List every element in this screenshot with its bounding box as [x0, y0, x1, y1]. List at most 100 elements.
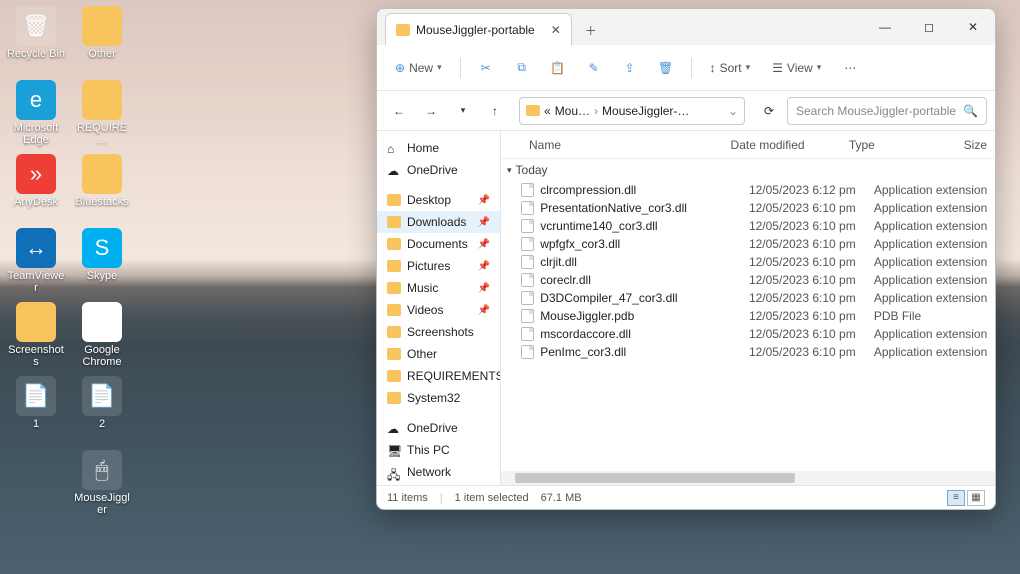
nav-row: ← → ▾ ↑ « Mou… › MouseJiggler-… ⌄ ⟳ Sear… — [377, 91, 995, 131]
file-row[interactable]: PenImc_cor3.dll12/05/2023 6:10 pmApplica… — [501, 343, 995, 361]
horizontal-scrollbar[interactable] — [501, 471, 995, 485]
share-button[interactable]: ⇪ — [615, 57, 645, 79]
sidebar-item[interactable]: ☁OneDrive — [377, 159, 500, 181]
tab-title: MouseJiggler-portable — [416, 23, 535, 37]
breadcrumb-segment[interactable]: Mou… — [555, 104, 590, 118]
desktop-icon[interactable]: 🖱MouseJiggler — [72, 450, 132, 516]
file-row[interactable]: mscordaccore.dll12/05/2023 6:10 pmApplic… — [501, 325, 995, 343]
scrollbar-thumb[interactable] — [515, 473, 795, 483]
nav-icon: 🖥 — [387, 444, 401, 456]
file-name: clrcompression.dll — [540, 183, 749, 197]
col-size[interactable]: Size — [956, 138, 995, 152]
paste-button[interactable]: 📋 — [543, 57, 573, 79]
sidebar-item[interactable]: ☁OneDrive — [377, 417, 500, 439]
chevron-down-icon: ▾ — [746, 62, 751, 73]
icons-view-button[interactable]: ▦ — [967, 490, 985, 506]
search-input[interactable]: Search MouseJiggler-portable 🔍 — [787, 97, 987, 125]
new-tab-button[interactable]: ＋ — [576, 15, 606, 45]
folder-icon — [387, 194, 401, 206]
sort-button[interactable]: ↕ Sort ▾ — [702, 57, 759, 79]
new-button[interactable]: ⊕ New ▾ — [387, 57, 450, 79]
desktop-icon[interactable]: eMicrosoft Edge — [6, 80, 66, 146]
file-date: 12/05/2023 6:10 pm — [749, 327, 874, 341]
search-icon: 🔍 — [963, 104, 978, 118]
address-bar[interactable]: « Mou… › MouseJiggler-… ⌄ — [519, 97, 745, 125]
sidebar-item[interactable]: Pictures📌 — [377, 255, 500, 277]
delete-button[interactable]: 🗑 — [651, 57, 681, 79]
sidebar-item[interactable]: 🖥This PC — [377, 439, 500, 461]
forward-button[interactable]: → — [417, 97, 445, 125]
desktop-icon[interactable]: 📄1 — [6, 376, 66, 430]
tab-active[interactable]: MouseJiggler-portable ✕ — [385, 13, 572, 45]
view-button[interactable]: ☰ View ▾ — [764, 57, 829, 79]
chevron-down-icon[interactable]: ⌄ — [728, 104, 738, 118]
more-button[interactable]: ⋯ — [835, 57, 865, 79]
icon-label: 2 — [72, 418, 132, 430]
sidebar-item[interactable]: 🖧Network — [377, 461, 500, 483]
sidebar-item[interactable]: Music📌 — [377, 277, 500, 299]
sort-icon: ↕ — [710, 61, 716, 75]
col-date[interactable]: Date modified — [723, 138, 841, 152]
up-button[interactable]: ↑ — [481, 97, 509, 125]
desktop-icon[interactable]: REQUIRE… — [72, 80, 132, 146]
desktop-icon[interactable]: »AnyDesk — [6, 154, 66, 208]
desktop-icon[interactable]: Screenshots — [6, 302, 66, 368]
file-row[interactable]: D3DCompiler_47_cor3.dll12/05/2023 6:10 p… — [501, 289, 995, 307]
copy-button[interactable]: ⧉ — [507, 56, 537, 79]
sidebar-item-label: Documents — [407, 237, 468, 251]
sidebar-item[interactable]: Screenshots — [377, 321, 500, 343]
file-date: 12/05/2023 6:10 pm — [749, 219, 874, 233]
file-row[interactable]: PresentationNative_cor3.dll12/05/2023 6:… — [501, 199, 995, 217]
rename-button[interactable]: ✎ — [579, 57, 609, 79]
desktop-icon[interactable]: 🗑Recycle Bin — [6, 6, 66, 60]
sidebar-item[interactable]: Downloads📌 — [377, 211, 500, 233]
desktop-icon[interactable]: ↔TeamViewer — [6, 228, 66, 294]
desktop-icon[interactable]: Other — [72, 6, 132, 60]
sidebar-item[interactable]: Desktop📌 — [377, 189, 500, 211]
breadcrumb-segment[interactable]: MouseJiggler-… — [602, 104, 689, 118]
file-row[interactable]: vcruntime140_cor3.dll12/05/2023 6:10 pmA… — [501, 217, 995, 235]
file-row[interactable]: clrcompression.dll12/05/2023 6:12 pmAppl… — [501, 181, 995, 199]
sidebar-item[interactable]: Documents📌 — [377, 233, 500, 255]
icon-label: 1 — [6, 418, 66, 430]
file-type: Application extension — [874, 255, 995, 269]
back-button[interactable]: ← — [385, 97, 413, 125]
sidebar-item[interactable]: REQUIREMENTS — [377, 365, 500, 387]
pin-icon: 📌 — [478, 283, 490, 294]
maximize-button[interactable]: ◻ — [907, 9, 951, 45]
sidebar-item-label: Pictures — [407, 259, 450, 273]
sidebar-item[interactable]: ⌂Home — [377, 137, 500, 159]
cut-button[interactable]: ✂ — [471, 57, 501, 79]
sidebar-item[interactable]: System32 — [377, 387, 500, 409]
file-type: Application extension — [874, 219, 995, 233]
close-tab-icon[interactable]: ✕ — [551, 23, 561, 37]
close-button[interactable]: ✕ — [951, 9, 995, 45]
icon-label: Skype — [72, 270, 132, 282]
recent-button[interactable]: ▾ — [449, 97, 477, 125]
file-row[interactable]: coreclr.dll12/05/2023 6:10 pmApplication… — [501, 271, 995, 289]
app-icon: 🗑 — [16, 6, 56, 46]
file-row[interactable]: MouseJiggler.pdb12/05/2023 6:10 pmPDB Fi… — [501, 307, 995, 325]
sidebar-item[interactable]: Videos📌 — [377, 299, 500, 321]
minimize-button[interactable]: ― — [863, 9, 907, 45]
icon-label: Google Chrome — [72, 344, 132, 368]
desktop-icon[interactable]: ◉Google Chrome — [72, 302, 132, 368]
file-name: wpfgfx_cor3.dll — [540, 237, 749, 251]
desktop-icon[interactable]: 📄2 — [72, 376, 132, 430]
file-row[interactable]: wpfgfx_cor3.dll12/05/2023 6:10 pmApplica… — [501, 235, 995, 253]
group-header[interactable]: ▾ Today — [501, 159, 995, 181]
col-type[interactable]: Type — [841, 138, 956, 152]
window-controls: ― ◻ ✕ — [863, 9, 995, 45]
file-date: 12/05/2023 6:10 pm — [749, 201, 874, 215]
sidebar-item-label: Home — [407, 141, 439, 155]
sidebar-item[interactable]: Other — [377, 343, 500, 365]
file-date: 12/05/2023 6:10 pm — [749, 309, 874, 323]
file-row[interactable]: clrjit.dll12/05/2023 6:10 pmApplication … — [501, 253, 995, 271]
titlebar: MouseJiggler-portable ✕ ＋ ― ◻ ✕ — [377, 9, 995, 45]
col-name[interactable]: Name — [521, 138, 723, 152]
desktop-icon[interactable]: SSkype — [72, 228, 132, 282]
details-view-button[interactable]: ≡ — [947, 490, 965, 506]
refresh-button[interactable]: ⟳ — [755, 97, 783, 125]
file-date: 12/05/2023 6:10 pm — [749, 273, 874, 287]
desktop-icon[interactable]: Bluestacks — [72, 154, 132, 208]
